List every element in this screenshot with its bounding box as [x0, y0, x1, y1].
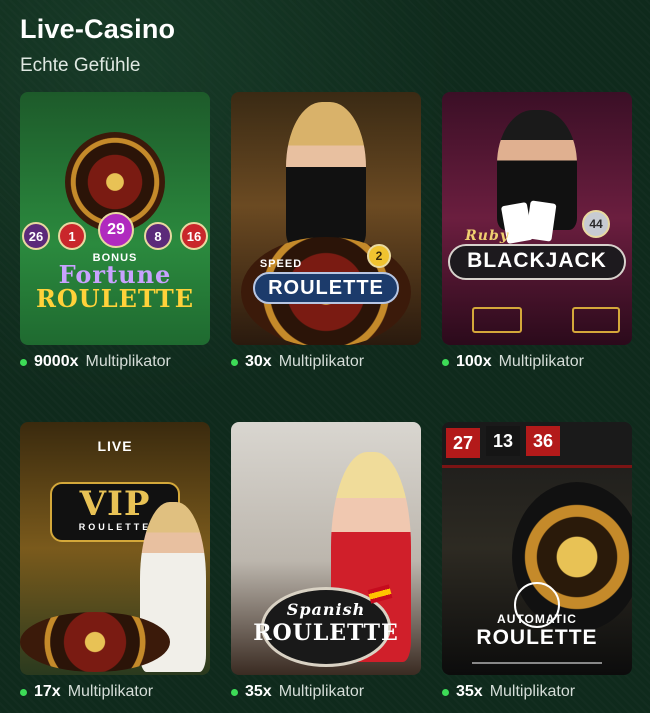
- number-badge: 2: [367, 244, 391, 268]
- game-card-ruby-blackjack[interactable]: Ruby BLACKJACK 44 100x Multiplikator: [442, 92, 632, 422]
- multiplier-label: Multiplikator: [278, 683, 365, 700]
- roulette-wheel-icon: [20, 612, 170, 672]
- number-cell: 13: [486, 426, 520, 456]
- multiplier-label: Multiplikator: [278, 353, 365, 370]
- game-logo-line2: ROULETTE: [476, 626, 598, 649]
- game-card-spanish-roulette[interactable]: Spanish ROULETTE 35x Multiplikator: [231, 422, 421, 713]
- multiplier-label: Multiplikator: [67, 683, 154, 700]
- game-thumbnail[interactable]: LIVE VIP ROULETTE: [20, 422, 210, 675]
- dealer-image: [286, 102, 366, 247]
- game-caption: 17x Multiplikator: [20, 683, 210, 701]
- game-caption: 30x Multiplikator: [231, 353, 421, 371]
- divider: [472, 662, 602, 664]
- game-card-fortune-roulette[interactable]: 26 1 29 8 16 BONUS Fortune ROULETTE 9000…: [20, 92, 210, 422]
- section-subtitle: Echte Gefühle: [20, 55, 141, 76]
- section-header: Live-Casino Echte Gefühle: [20, 14, 175, 77]
- game-thumbnail[interactable]: 27 13 36 AUTOMATIC ROULETTE: [442, 422, 632, 675]
- multiplier-value: 35x: [456, 683, 483, 700]
- table-box: [572, 307, 620, 333]
- game-caption: 100x Multiplikator: [442, 353, 632, 371]
- multiplier-pill: 16: [180, 222, 208, 250]
- game-logo-line1: Spanish: [286, 600, 366, 619]
- game-thumbnail[interactable]: 26 1 29 8 16 BONUS Fortune ROULETTE: [20, 92, 210, 345]
- live-status-icon: [231, 688, 238, 696]
- live-status-icon: [20, 688, 27, 696]
- number-cell: 36: [526, 426, 560, 456]
- multiplier-pill: 26: [22, 222, 50, 250]
- game-logo-line1: LIVE: [97, 438, 133, 454]
- multiplier-label: Multiplikator: [85, 353, 171, 370]
- table-box: [472, 307, 522, 333]
- multiplier-value: 30x: [245, 353, 272, 370]
- game-caption: 35x Multiplikator: [231, 683, 421, 701]
- multiplier-label: Multiplikator: [489, 683, 576, 700]
- game-thumbnail[interactable]: SPEED ROULETTE 2: [231, 92, 421, 345]
- game-logo-line2: ROULETTE: [268, 277, 384, 299]
- section-title: Live-Casino: [20, 14, 176, 44]
- game-card-automatic-roulette[interactable]: 27 13 36 AUTOMATIC ROULETTE 35x Multipli…: [442, 422, 632, 713]
- game-logo-line1: SPEED: [259, 258, 303, 270]
- multiplier-value: 35x: [245, 683, 272, 700]
- game-card-speed-roulette[interactable]: SPEED ROULETTE 2 30x Multiplikator: [231, 92, 421, 422]
- multiplier-value: 17x: [34, 683, 61, 700]
- number-badge: 44: [582, 210, 610, 238]
- bonus-pill: 29: [98, 212, 134, 248]
- multiplier-value: 9000x: [34, 353, 79, 370]
- live-status-icon: [20, 358, 27, 366]
- game-card-vip-roulette[interactable]: LIVE VIP ROULETTE 17x Multiplikator: [20, 422, 210, 713]
- game-caption: 9000x Multiplikator: [20, 353, 210, 371]
- game-logo-line2: ROULETTE: [253, 620, 399, 646]
- game-caption: 35x Multiplikator: [442, 683, 632, 701]
- multiplier-value: 100x: [456, 353, 492, 370]
- live-status-icon: [231, 358, 238, 366]
- live-status-icon: [442, 358, 449, 366]
- multiplier-pill: 8: [144, 222, 172, 250]
- game-logo-line2: ROULETTE: [35, 284, 195, 313]
- number-cell: 27: [446, 428, 480, 458]
- game-thumbnail[interactable]: Ruby BLACKJACK 44: [442, 92, 632, 345]
- game-thumbnail[interactable]: Spanish ROULETTE: [231, 422, 421, 675]
- multiplier-label: Multiplikator: [498, 353, 584, 370]
- game-grid: 26 1 29 8 16 BONUS Fortune ROULETTE 9000…: [20, 92, 633, 713]
- multiplier-pill: 1: [58, 222, 86, 250]
- live-status-icon: [442, 688, 449, 696]
- game-logo-line2: BLACKJACK: [467, 249, 607, 272]
- game-logo-line1: AUTOMATIC: [497, 612, 577, 626]
